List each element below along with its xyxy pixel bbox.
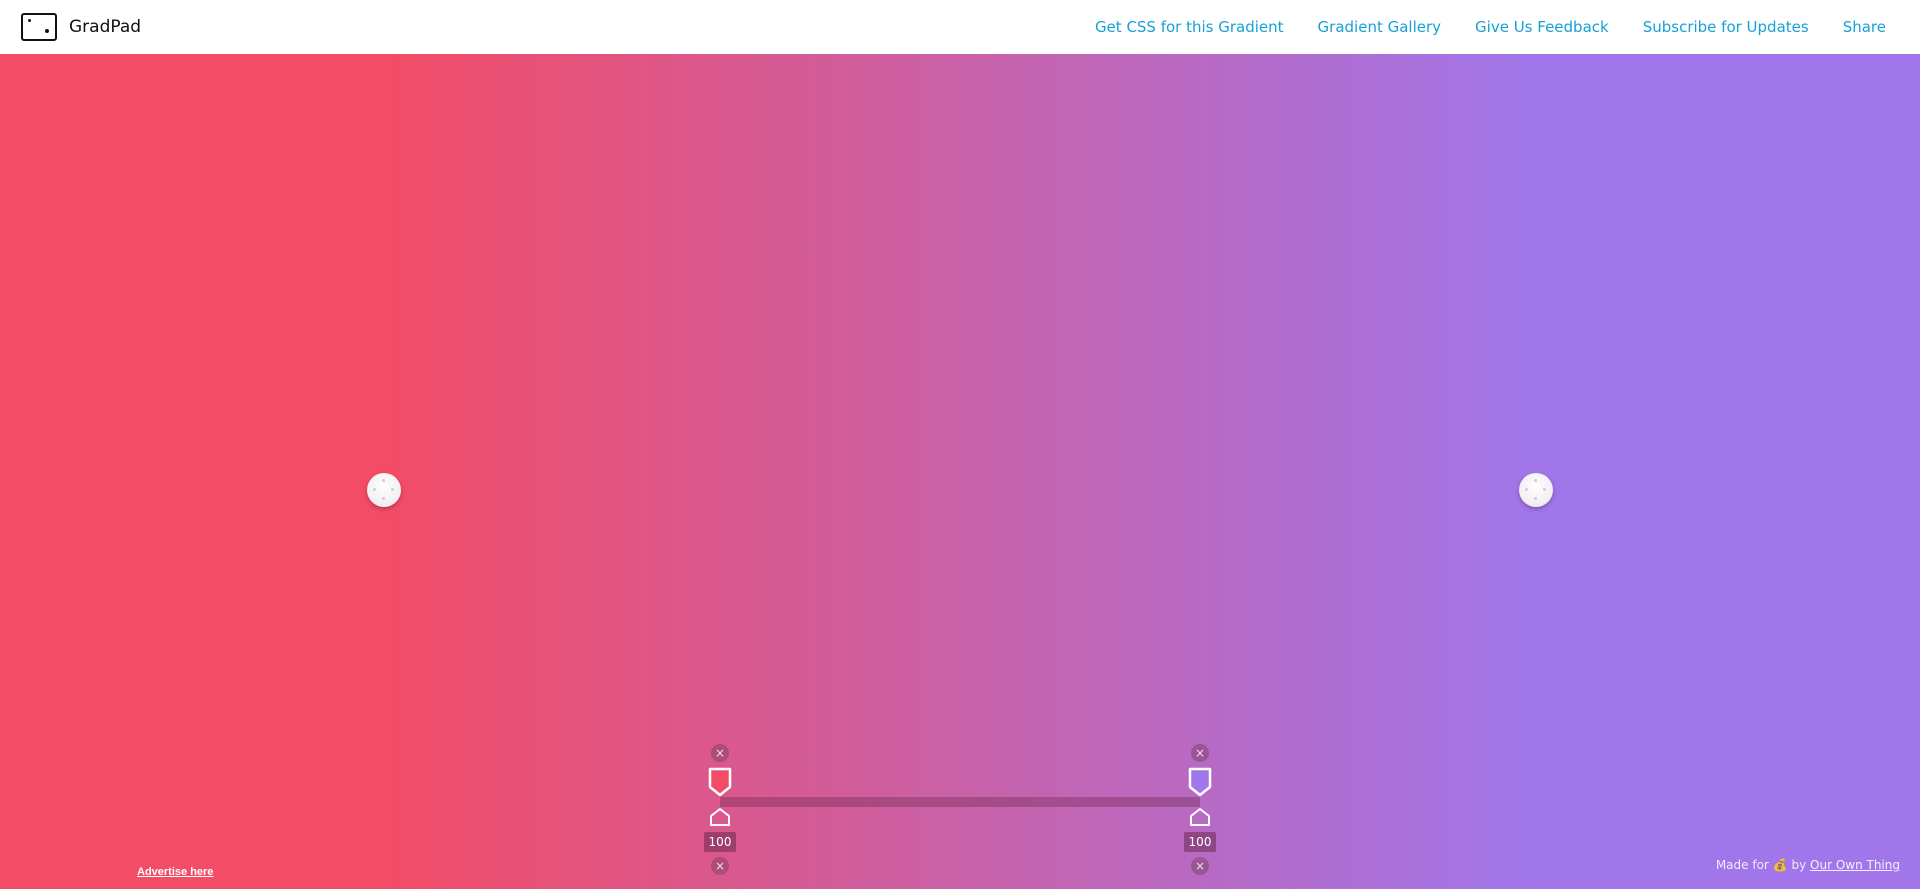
top-header: GradPad Get CSS for this Gradient Gradie… — [0, 0, 1920, 54]
company-link[interactable]: Our Own Thing — [1810, 858, 1900, 872]
nav-subscribe[interactable]: Subscribe for Updates — [1643, 18, 1809, 36]
by-text: by — [1791, 858, 1807, 872]
gradient-canvas[interactable] — [0, 54, 1920, 889]
logo-icon — [21, 13, 57, 41]
nav-gradient-gallery[interactable]: Gradient Gallery — [1318, 18, 1441, 36]
opacity-stop-2-marker[interactable] — [1189, 807, 1211, 827]
opacity-stop-1-value[interactable]: 100 — [704, 832, 736, 852]
color-stop-1-marker[interactable] — [708, 767, 732, 797]
footer-credit: Made for 💰 by Our Own Thing — [1716, 858, 1900, 872]
remove-opacity-stop-1-close-icon[interactable]: × — [711, 857, 729, 875]
made-for-text: Made for — [1715, 858, 1769, 872]
nav-give-feedback[interactable]: Give Us Feedback — [1475, 18, 1609, 36]
money-bag-icon: 💰 — [1772, 858, 1788, 872]
gradpad-app: GradPad Get CSS for this Gradient Gradie… — [0, 0, 1920, 889]
nav-share[interactable]: Share — [1843, 18, 1886, 36]
main-nav: Get CSS for this Gradient Gradient Galle… — [1061, 0, 1886, 54]
opacity-stop-2-value[interactable]: 100 — [1184, 832, 1216, 852]
remove-opacity-stop-2-close-icon[interactable]: × — [1191, 857, 1209, 875]
color-stop-2-marker[interactable] — [1188, 767, 1212, 797]
advertise-link[interactable]: Advertise here — [137, 866, 213, 878]
remove-stop-1-close-icon[interactable]: × — [711, 744, 729, 762]
gradient-start-handle[interactable] — [367, 473, 401, 507]
remove-stop-2-close-icon[interactable]: × — [1191, 744, 1209, 762]
opacity-stop-1-marker[interactable] — [709, 807, 731, 827]
gradient-end-handle[interactable] — [1519, 473, 1553, 507]
logo[interactable]: GradPad — [21, 13, 141, 41]
nav-get-css[interactable]: Get CSS for this Gradient — [1095, 18, 1284, 36]
logo-text: GradPad — [69, 17, 142, 37]
color-stop-track[interactable] — [720, 797, 1200, 807]
